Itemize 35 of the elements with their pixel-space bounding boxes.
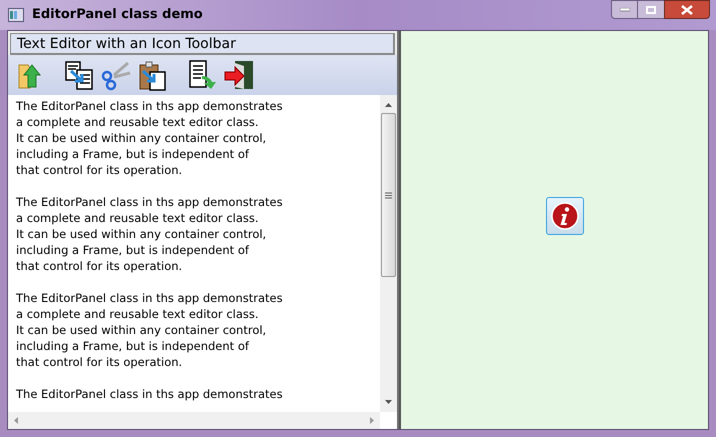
info-button[interactable] <box>546 197 584 235</box>
scroll-down-icon <box>385 400 392 404</box>
text-line: a complete and reusable text editor class. <box>16 210 260 226</box>
text-line: The EditorPanel class in ths app demonstrates <box>16 194 284 210</box>
info-icon <box>550 202 578 230</box>
text-line: The EditorPanel class in ths app demonstrates <box>16 290 284 306</box>
grip-icon <box>385 192 392 198</box>
text-line: that control for its operation. <box>16 162 184 178</box>
app-icon <box>8 8 24 22</box>
text-line: The EditorPanel class in ths app demonstrates <box>16 98 284 114</box>
text-line: The EditorPanel class in ths app demonstrates <box>16 386 284 402</box>
text-line: including a Frame, but is independent of <box>16 242 250 258</box>
horizontal-scrollbar[interactable] <box>8 412 380 429</box>
scroll-right-icon <box>370 417 374 424</box>
maximize-button[interactable] <box>638 0 664 19</box>
close-button[interactable] <box>664 0 710 19</box>
text-line: a complete and reusable text editor class. <box>16 306 260 322</box>
text-line: It can be used within any container control, <box>16 322 268 338</box>
scrollbar-thumb[interactable] <box>381 113 396 277</box>
text-line: including a Frame, but is independent of <box>16 338 250 354</box>
scroll-left-icon <box>14 417 18 424</box>
text-line: a complete and reusable text editor class. <box>16 114 260 130</box>
panel-title: Text Editor with an Icon Toolbar <box>10 33 395 55</box>
text-line: It can be used within any container control, <box>16 226 268 242</box>
minimize-icon <box>620 8 630 12</box>
text-line: that control for its operation. <box>16 354 184 370</box>
vertical-scrollbar[interactable] <box>380 95 397 412</box>
close-icon <box>681 4 693 14</box>
scroll-up-icon <box>385 103 392 107</box>
text-line: It can be used within any container control, <box>16 130 268 146</box>
maximize-icon <box>646 6 656 14</box>
text-line: including a Frame, but is independent of <box>16 146 250 162</box>
text-line: that control for its operation. <box>16 258 184 274</box>
window-title: EditorPanel class demo <box>32 6 203 24</box>
minimize-button[interactable] <box>611 0 638 19</box>
